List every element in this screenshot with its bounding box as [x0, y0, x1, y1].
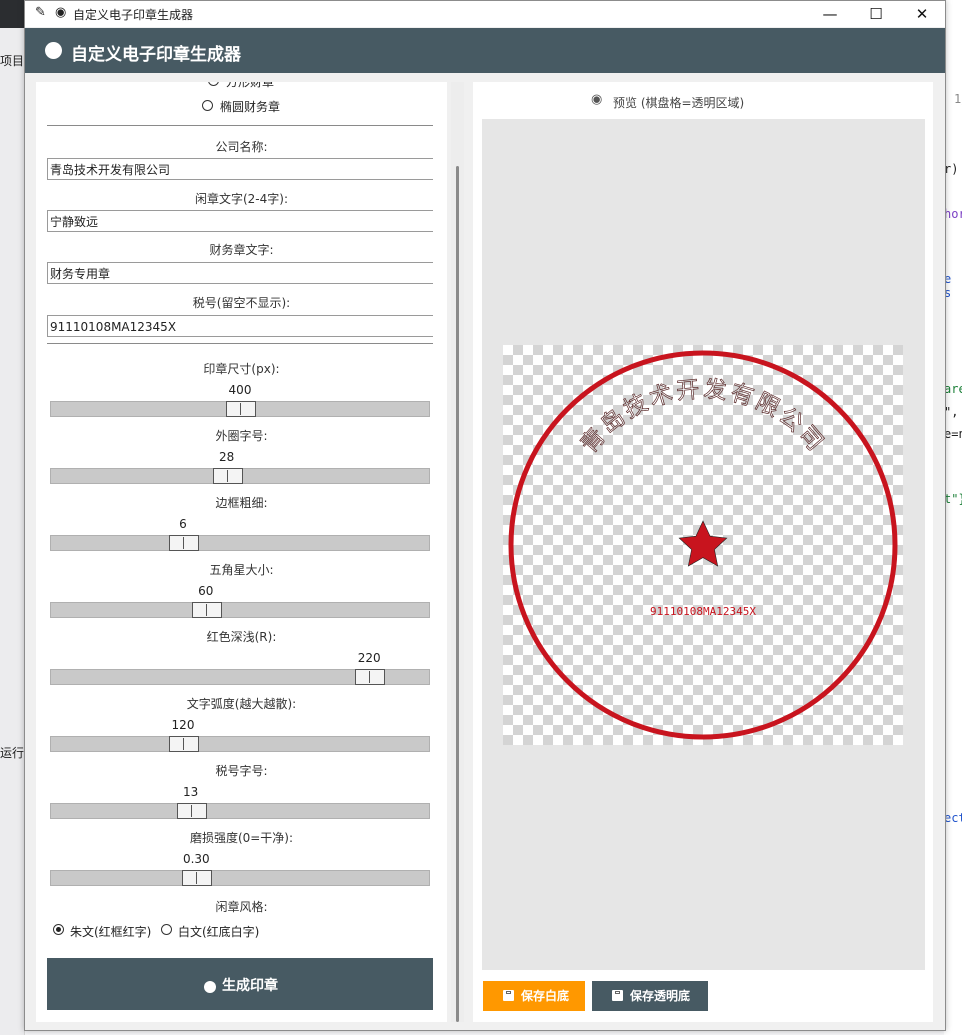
company-label: 公司名称:: [215, 140, 268, 154]
leisure-label: 闲章文字(2-4字):: [194, 192, 288, 206]
ide-project-label[interactable]: 项目: [0, 52, 24, 69]
slider-label: 印章尺寸(px):: [203, 362, 280, 376]
app-icon: ◉: [55, 5, 67, 20]
feather-icon: ✎: [35, 5, 46, 20]
ide-code-fragment: e s: [944, 272, 952, 300]
seal-image: 青岛技术开发有限公司 91110108MA12345X: [508, 350, 898, 740]
minimize-button[interactable]: —: [807, 1, 853, 27]
ide-code-fragment: t"}: [944, 492, 962, 506]
floppy-icon: [503, 990, 514, 1001]
ide-code-fragment: ",: [944, 405, 959, 419]
slider-label: 磨损强度(0=干净):: [189, 831, 294, 845]
slider-label: 红色深浅(R):: [206, 630, 277, 644]
slider-track[interactable]: [50, 401, 430, 417]
slider-thumb[interactable]: [355, 669, 386, 685]
slider-value: 60: [198, 584, 214, 598]
preview-panel: ◉ 预览 (棋盘格=透明区域) 青岛技术开发有限公司 91110108MA123…: [473, 82, 933, 1022]
slider-value: 28: [219, 450, 235, 464]
ide-code-fragment: e=n: [944, 427, 962, 441]
tax-label: 税号(留空不显示):: [192, 296, 291, 310]
radio-oval-finance[interactable]: [202, 100, 213, 111]
ide-menu-icon[interactable]: [0, 0, 24, 28]
transparent-checkerboard: 青岛技术开发有限公司 91110108MA12345X: [503, 345, 903, 745]
slider-thumb[interactable]: [226, 401, 256, 417]
finance-input[interactable]: 财务专用章: [47, 262, 433, 284]
slider-thumb[interactable]: [169, 535, 199, 551]
window-title: 自定义电子印章生成器: [73, 8, 194, 22]
save-white-button[interactable]: 保存白底: [483, 981, 585, 1011]
floppy-icon: [612, 990, 623, 1001]
tax-input[interactable]: 91110108MA12345X: [47, 315, 433, 337]
radio-style-white-text[interactable]: [161, 924, 172, 935]
slider-value: 220: [357, 651, 381, 665]
save-transparent-button[interactable]: 保存透明底: [592, 981, 708, 1011]
app-header: 自定义电子印章生成器: [25, 28, 945, 73]
radio-square-finance-label: 方形财章: [226, 82, 275, 89]
header-title: 自定义电子印章生成器: [71, 45, 241, 65]
divider: [47, 343, 433, 344]
radio-style-red-text[interactable]: [53, 924, 64, 935]
ide-run-label[interactable]: 运行: [0, 744, 24, 761]
slider-value: 6: [179, 517, 187, 531]
settings-panel: 方形财章 椭圆财务章 公司名称: 青岛技术开发有限公司 闲章文字(2-4字): …: [36, 82, 447, 1022]
seal-company-text: 青岛技术开发有限公司: [576, 376, 830, 458]
slider-value: 0.30: [182, 852, 210, 866]
slider-track[interactable]: [50, 602, 430, 618]
preview-canvas: 青岛技术开发有限公司 91110108MA12345X: [482, 119, 925, 970]
circle-icon: [45, 42, 62, 59]
radio-style-white-text-label: 白文(红底白字): [178, 925, 260, 939]
slider-track[interactable]: [50, 736, 430, 752]
slider-value: 400: [228, 383, 252, 397]
close-button[interactable]: ✕: [899, 1, 945, 27]
generate-seal-button[interactable]: 生成印章: [47, 958, 433, 1010]
style-label: 闲章风格:: [215, 900, 268, 914]
save-transparent-label: 保存透明底: [630, 989, 691, 1003]
title-bar: ✎ ◉ 自定义电子印章生成器 — ☐ ✕: [25, 1, 945, 27]
preview-title: 预览 (棋盘格=透明区域): [613, 96, 745, 110]
slider-value: 120: [171, 718, 195, 732]
slider-label: 税号字号:: [215, 764, 268, 778]
ide-code-fragment: r): [944, 162, 959, 176]
slider-label: 文字弧度(越大越散):: [186, 697, 297, 711]
divider: [47, 125, 433, 126]
slider-thumb[interactable]: [191, 602, 222, 618]
save-white-label: 保存白底: [521, 989, 570, 1003]
radio-style-red-text-label: 朱文(红框红字): [70, 925, 152, 939]
slider-track[interactable]: [50, 870, 430, 886]
scrollbar-thumb[interactable]: [456, 166, 459, 1022]
ide-code-fragment: hor: [944, 207, 962, 221]
slider-label: 边框粗细:: [215, 496, 268, 510]
ide-code-fragment: ect: [944, 811, 962, 825]
seal-tax-number: 91110108MA12345X: [650, 605, 756, 618]
ide-code-fragment: are: [944, 382, 962, 396]
settings-scrollbar[interactable]: [451, 82, 464, 1022]
radio-square-finance[interactable]: [208, 82, 219, 86]
app-window: ✎ ◉ 自定义电子印章生成器 — ☐ ✕ 自定义电子印章生成器 方形财章 椭圆财…: [24, 0, 946, 1031]
slider-label: 五角星大小:: [209, 563, 274, 577]
maximize-button[interactable]: ☐: [853, 1, 899, 27]
star-icon: [678, 520, 728, 567]
slider-track[interactable]: [50, 669, 430, 685]
generate-seal-label: 生成印章: [222, 978, 278, 994]
eye-icon: ◉: [591, 92, 603, 107]
radio-oval-finance-label: 椭圆财务章: [220, 100, 281, 114]
leisure-input[interactable]: 宁静致远: [47, 210, 433, 232]
ide-left-strip: [0, 0, 25, 1035]
ide-code-fragment: 1/: [954, 92, 962, 106]
slider-track[interactable]: [50, 803, 430, 819]
slider-thumb[interactable]: [182, 870, 213, 886]
slider-thumb[interactable]: [212, 468, 243, 484]
slider-thumb[interactable]: [176, 803, 207, 819]
slider-value: 13: [182, 785, 199, 799]
slider-label: 外圈字号:: [215, 429, 268, 443]
slider-track[interactable]: [50, 468, 430, 484]
ide-right-strip: [944, 0, 962, 1035]
company-input[interactable]: 青岛技术开发有限公司: [47, 158, 433, 180]
finance-label: 财务章文字:: [209, 243, 274, 257]
circle-icon: [204, 981, 216, 993]
slider-thumb[interactable]: [169, 736, 199, 752]
slider-track[interactable]: [50, 535, 430, 551]
